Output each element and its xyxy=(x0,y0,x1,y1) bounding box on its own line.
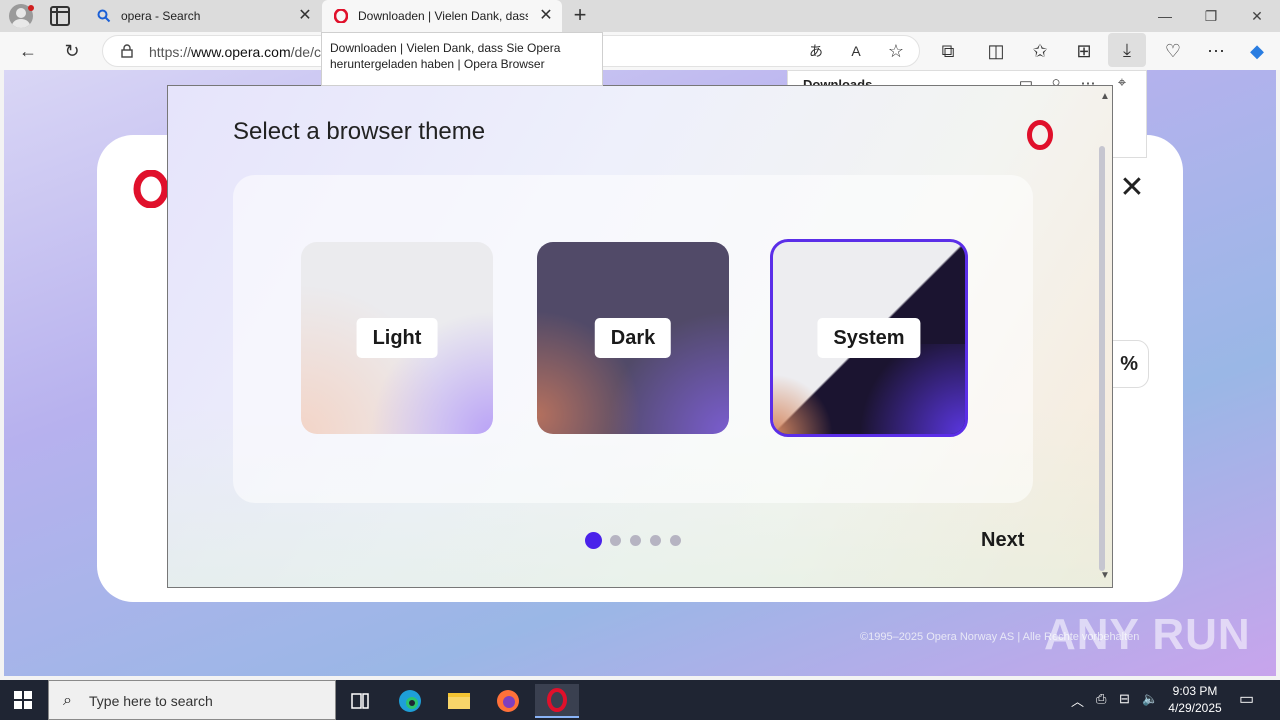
taskbar-search-placeholder: Type here to search xyxy=(89,693,213,709)
scroll-thumb[interactable] xyxy=(1099,146,1105,571)
tab-strip: opera - Search ✕ Downloaden | Vielen Dan… xyxy=(0,0,1280,32)
theme-label: System xyxy=(817,318,921,358)
close-icon[interactable]: ✕ xyxy=(1117,173,1147,203)
favorites-icon[interactable]: ✩ xyxy=(1029,40,1051,62)
theme-label: Light xyxy=(356,318,438,358)
opera-logo xyxy=(1026,120,1054,150)
refresh-icon[interactable]: ↻ xyxy=(61,40,83,62)
profile-notification-dot xyxy=(28,5,34,11)
show-hidden-icons-icon[interactable]: ︿ xyxy=(1071,691,1084,710)
favorite-star-icon[interactable]: ☆ xyxy=(885,40,907,62)
taskbar: ⌕ Type here to search ︿ ⎙ ⊟ 🔈 9:03 PM 4/… xyxy=(0,680,1280,720)
step-dot xyxy=(630,535,641,546)
file-explorer-icon[interactable] xyxy=(437,684,481,718)
meet-now-icon[interactable]: ⎙ xyxy=(1096,691,1106,707)
tab-opera-search[interactable]: opera - Search ✕ xyxy=(85,0,321,32)
tab-tooltip: Downloaden | Vielen Dank, dass Sie Opera… xyxy=(321,32,603,86)
step-dot-active xyxy=(585,532,602,549)
watermark: ANY RUN xyxy=(1044,610,1251,659)
url-path: /de/c xyxy=(290,44,321,60)
tab-opera-download[interactable]: Downloaden | Vielen Dank, dass Sie Opera… xyxy=(322,0,562,32)
close-tab-icon[interactable]: ✕ xyxy=(538,8,554,24)
firefox-icon[interactable] xyxy=(486,684,530,718)
lock-icon xyxy=(121,44,133,58)
clock-date: 4/29/2025 xyxy=(1168,701,1222,715)
step-dot xyxy=(670,535,681,546)
step-dot xyxy=(610,535,621,546)
downloads-button[interactable]: ⤓ xyxy=(1108,33,1146,67)
taskbar-search[interactable]: ⌕ Type here to search xyxy=(48,680,336,720)
browser-essentials-icon[interactable]: ♡ xyxy=(1162,40,1184,62)
pin-icon[interactable]: ⌖ xyxy=(1112,74,1132,94)
task-view-icon[interactable] xyxy=(338,684,382,718)
next-button[interactable]: Next xyxy=(981,529,1024,552)
browser-toolbar: ← ↻ https://www.opera.com/de/c あ A ☆ ⧉ ◫… xyxy=(0,32,1280,70)
edge-icon[interactable] xyxy=(388,684,432,718)
theme-option-system[interactable]: System xyxy=(770,239,968,437)
new-tab-button[interactable]: + xyxy=(570,4,590,26)
windows-start-icon[interactable] xyxy=(14,691,32,709)
search-icon: ⌕ xyxy=(63,692,72,709)
read-aloud-icon[interactable]: A xyxy=(845,40,867,62)
theme-option-dark[interactable]: Dark xyxy=(537,242,729,434)
translate-icon[interactable]: あ xyxy=(805,40,827,62)
extensions-icon[interactable]: ⧉ xyxy=(937,40,959,62)
volume-icon[interactable]: 🔈 xyxy=(1142,691,1158,707)
tab-label: Downloaden | Vielen Dank, dass Sie Opera… xyxy=(358,9,528,23)
url-prefix: https:// xyxy=(149,44,192,60)
more-menu-icon[interactable]: ⋯ xyxy=(1205,40,1227,62)
tab-label: opera - Search xyxy=(121,9,201,23)
installer-scrollbar[interactable]: ▲ ▼ xyxy=(1096,86,1112,587)
split-screen-icon[interactable]: ◫ xyxy=(985,40,1007,62)
opera-logo xyxy=(133,169,169,209)
theme-label: Dark xyxy=(594,318,672,358)
opera-icon xyxy=(333,8,349,24)
close-window-icon[interactable]: ✕ xyxy=(1247,6,1267,26)
close-tab-icon[interactable]: ✕ xyxy=(297,8,313,24)
network-icon[interactable]: ⊟ xyxy=(1119,691,1130,707)
system-clock[interactable]: 9:03 PM 4/29/2025 xyxy=(1160,683,1230,717)
scroll-up-icon[interactable]: ▲ xyxy=(1100,92,1110,102)
restore-icon[interactable]: ❐ xyxy=(1201,6,1221,26)
collections-icon[interactable]: ⊞ xyxy=(1073,40,1095,62)
url-domain: www.opera.com xyxy=(191,44,291,60)
installer-title: Select a browser theme xyxy=(233,118,486,145)
minimize-icon[interactable]: — xyxy=(1155,6,1175,26)
step-dot xyxy=(650,535,661,546)
opera-installer-dialog: Select a browser theme Light Dark System… xyxy=(167,85,1113,588)
theme-options-panel: Light Dark System xyxy=(233,175,1033,503)
search-icon xyxy=(97,9,111,23)
scroll-down-icon[interactable]: ▼ xyxy=(1100,571,1110,581)
notifications-icon[interactable]: ▭ xyxy=(1239,689,1254,709)
theme-option-light[interactable]: Light xyxy=(301,242,493,434)
tab-actions-icon[interactable] xyxy=(50,6,70,26)
back-icon[interactable]: ← xyxy=(17,40,39,62)
download-icon: ⤓ xyxy=(1123,40,1131,60)
clock-time: 9:03 PM xyxy=(1172,684,1218,698)
copilot-icon[interactable]: ◆ xyxy=(1246,40,1268,62)
opera-taskbar-icon[interactable] xyxy=(535,684,579,718)
